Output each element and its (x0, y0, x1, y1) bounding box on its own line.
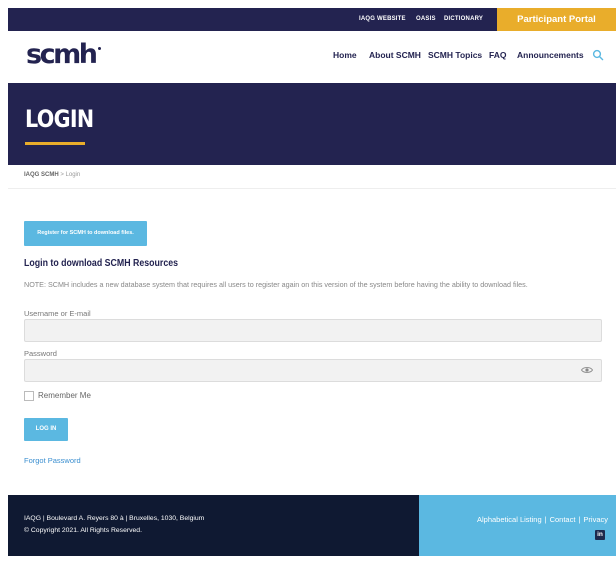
footer-link-alphabetical-listing[interactable]: Alphabetical Listing (477, 515, 542, 524)
username-field[interactable] (24, 319, 602, 342)
title-underline (25, 142, 85, 145)
section-title: Login to download SCMH Resources (24, 258, 179, 269)
password-label: Password (24, 349, 57, 358)
breadcrumb: IAQG SCMH > Login (24, 172, 80, 178)
top-link-dictionary[interactable]: DICTIONARY (444, 8, 483, 31)
remember-me-checkbox[interactable] (24, 391, 34, 401)
search-icon[interactable] (592, 49, 604, 61)
footer-copyright: © Copyright 2021. All Rights Reserved. (24, 527, 142, 534)
eye-icon[interactable] (581, 366, 593, 374)
top-utility-bar: IAQG WEBSITE OASIS DICTIONARY Participan… (8, 8, 616, 31)
password-field[interactable] (24, 359, 602, 382)
breadcrumb-current: Login (65, 172, 81, 178)
scmh-logo[interactable]: scmh (26, 39, 102, 71)
site-header: scmh Home About SCMH SCMH Topics FAQ Ann… (8, 31, 616, 83)
registration-note: NOTE: SCMH includes a new database syste… (24, 280, 528, 289)
register-button[interactable]: Register for SCMH to download files. (24, 221, 147, 246)
page-title: LOGIN (25, 105, 94, 133)
forgot-password-link[interactable]: Forgot Password (24, 456, 81, 465)
username-label: Username or E-mail (24, 309, 91, 318)
login-button[interactable]: LOG IN (24, 418, 68, 441)
footer-separator: | (544, 515, 547, 524)
top-link-oasis[interactable]: OASIS (416, 8, 436, 31)
nav-home[interactable]: Home (333, 50, 357, 60)
logo-dot (98, 47, 102, 50)
footer-address: IAQG | Boulevard A. Reyers 80 à | Bruxel… (24, 515, 205, 522)
footer-info: IAQG | Boulevard A. Reyers 80 à | Bruxel… (8, 495, 419, 556)
footer-link-contact[interactable]: Contact (550, 515, 576, 524)
breadcrumb-root[interactable]: IAQG SCMH (24, 172, 59, 178)
top-link-iaqg-website[interactable]: IAQG WEBSITE (359, 8, 406, 31)
nav-faq[interactable]: FAQ (489, 50, 506, 60)
logo-text: scmh (26, 39, 98, 70)
footer-links-panel: Alphabetical Listing | Contact | Privacy in (419, 495, 616, 556)
remember-me-label: Remember Me (38, 391, 91, 400)
breadcrumb-separator: > (60, 172, 64, 178)
page-hero: LOGIN (8, 83, 616, 165)
nav-about-scmh[interactable]: About SCMH (369, 50, 421, 60)
breadcrumb-divider (8, 188, 616, 189)
participant-portal-button[interactable]: Participant Portal (497, 8, 616, 31)
linkedin-icon[interactable]: in (595, 530, 605, 540)
nav-announcements[interactable]: Announcements (517, 50, 584, 60)
nav-scmh-topics[interactable]: SCMH Topics (428, 50, 482, 60)
footer-links: Alphabetical Listing | Contact | Privacy (477, 515, 608, 524)
footer-separator: | (578, 515, 581, 524)
footer-link-privacy[interactable]: Privacy (583, 515, 608, 524)
